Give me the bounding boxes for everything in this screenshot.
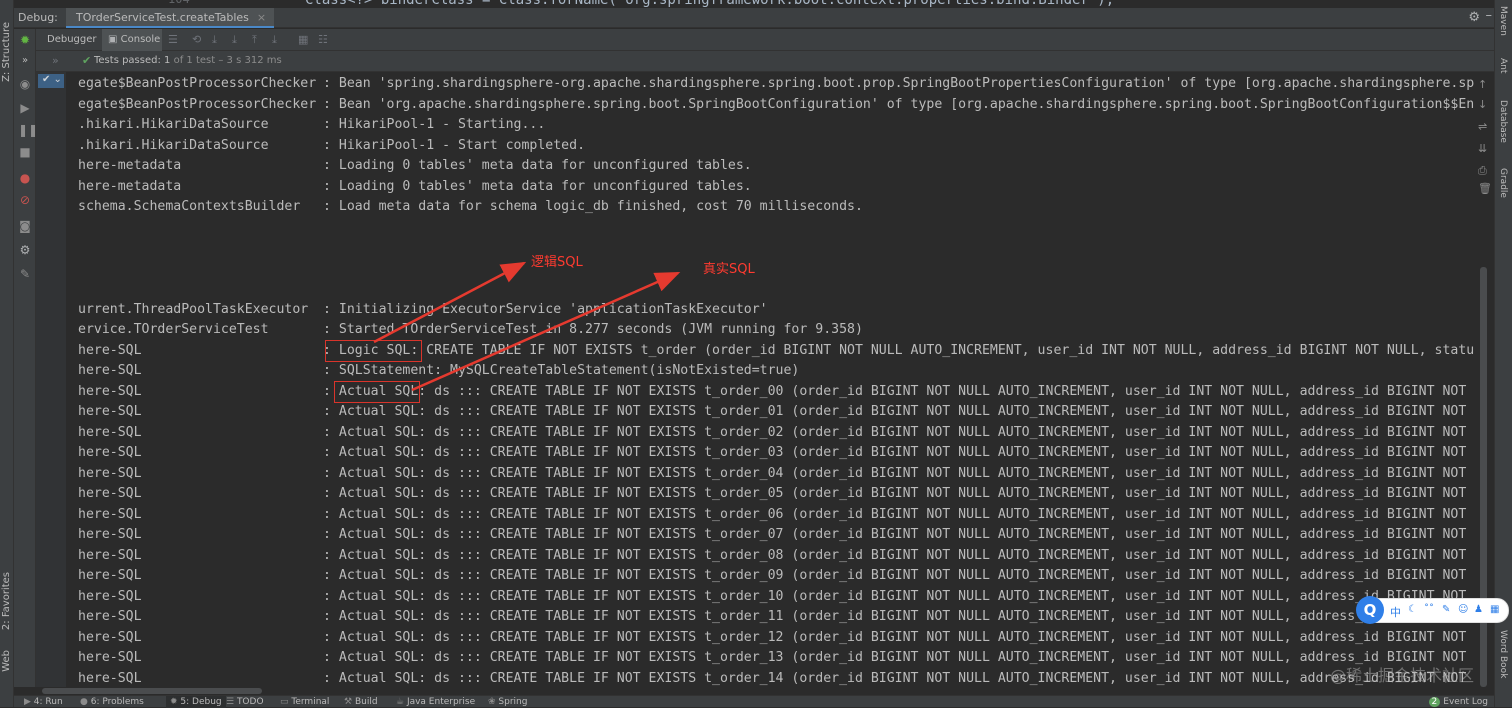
- soft-wrap-icon[interactable]: ⇌: [1478, 120, 1487, 133]
- scroll-to-end-icon[interactable]: ⇊: [1478, 142, 1487, 155]
- bottom-tab-spring[interactable]: ❀ Spring: [484, 696, 531, 708]
- bottom-tab-label: 4: Run: [33, 697, 63, 707]
- event-log-button[interactable]: 2 Event Log: [1428, 696, 1488, 708]
- build-icon: ⚒: [344, 697, 355, 707]
- bottom-tab-label: Terminal: [291, 697, 330, 707]
- punctuation-icon[interactable]: ˚˚: [1424, 604, 1434, 615]
- problems-icon: ●: [80, 697, 91, 707]
- scrollbar-thumb[interactable]: [1480, 267, 1487, 687]
- grid-icon[interactable]: ▦: [1490, 604, 1499, 615]
- logic-sql-annotation: 逻辑SQL: [531, 255, 583, 270]
- bottom-tool-bar: ▶ 4: Run ● 6: Problems ✹ 5: Debug ☰ TODO ▭ T…: [14, 695, 1494, 708]
- terminal-icon: ▭: [280, 697, 292, 707]
- bottom-tab-label: Java Enterprise: [406, 697, 476, 707]
- up-arrow-icon[interactable]: ↑: [1478, 78, 1487, 91]
- ime-language[interactable]: 中: [1390, 604, 1401, 620]
- annotation-arrows: [373, 261, 681, 392]
- shirt-icon[interactable]: ♟: [1474, 604, 1483, 615]
- hscroll-thumb[interactable]: [42, 688, 262, 694]
- bottom-tab-6-problems[interactable]: ● 6: Problems: [76, 696, 148, 708]
- bottom-tab-label: Spring: [498, 697, 528, 707]
- bottom-tab-label: Build: [354, 697, 378, 707]
- event-log-label: Event Log: [1443, 697, 1488, 707]
- logic-sql-arrow: [373, 261, 527, 344]
- bottom-tab-5-debug[interactable]: ✹ 5: Debug: [166, 696, 226, 708]
- down-arrow-icon[interactable]: ↓: [1478, 98, 1487, 111]
- todo-icon: ☰: [226, 697, 237, 707]
- java-enterprise-icon: ☕: [396, 697, 407, 707]
- ime-logo[interactable]: Q: [1356, 596, 1384, 624]
- wrench-icon[interactable]: ✎: [1442, 604, 1450, 615]
- print-icon[interactable]: ⎙: [1478, 164, 1487, 178]
- bottom-tab-build[interactable]: ⚒ Build: [340, 696, 382, 708]
- bottom-tab-java-enterprise[interactable]: ☕ Java Enterprise: [392, 696, 479, 708]
- bottom-tab-label: 6: Problems: [90, 697, 144, 707]
- spring-icon: ❀: [488, 697, 499, 707]
- moon-icon[interactable]: ☾: [1408, 604, 1417, 615]
- bottom-tab-terminal[interactable]: ▭ Terminal: [276, 696, 333, 708]
- smile-icon[interactable]: ☺: [1458, 604, 1468, 615]
- console-horizontal-scrollbar[interactable]: [36, 687, 1474, 695]
- bottom-tab-todo[interactable]: ☰ TODO: [222, 696, 268, 708]
- ime-toolbar[interactable]: Q 中 ☾ ˚˚ ✎ ☺ ♟ ▦: [1356, 596, 1509, 624]
- debug-icon: ✹: [170, 697, 181, 707]
- bottom-tab-label: TODO: [236, 697, 264, 707]
- bottom-tab-label: 5: Debug: [180, 697, 222, 707]
- trash-icon[interactable]: 🗑: [1478, 182, 1492, 195]
- actual-sql-arrow: [411, 271, 681, 392]
- actual-sql-annotation: 真实SQL: [703, 262, 755, 277]
- bottom-tab-4-run[interactable]: ▶ 4: Run: [20, 696, 67, 708]
- event-log-count: 2: [1428, 697, 1441, 707]
- console-right-toolbar: ↑ ↓ ⇌ ⇊ ⎙ 🗑: [1474, 72, 1494, 202]
- watermark: @稀土掘金技术社区: [1330, 666, 1475, 685]
- run-icon: ▶: [24, 697, 34, 707]
